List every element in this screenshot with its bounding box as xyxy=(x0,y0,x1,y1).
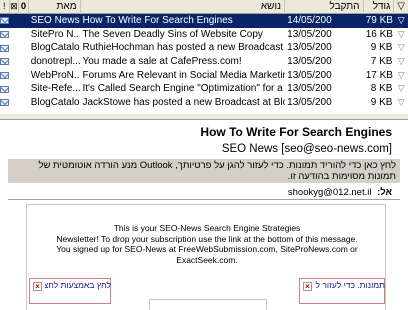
message-received: 14/05/200 xyxy=(287,15,332,26)
message-subject: You made a sale at CafePress.com! xyxy=(82,56,242,68)
envelope-icon xyxy=(0,14,10,28)
message-from: Site-Refe... xyxy=(30,83,81,95)
message-from: donotrepl... xyxy=(30,56,81,68)
message-subject: Forums Are Relevant in Social Media Mark… xyxy=(82,69,286,81)
message-subject: The Seven Deadly Sins of Website Copy xyxy=(82,28,263,40)
column-icon[interactable]: ⊠ xyxy=(10,0,20,14)
message-row[interactable]: SitePro N... The Seven Deadly Sins of We… xyxy=(0,28,408,42)
message-rows: SEO News How To Write For Search Engines… xyxy=(0,14,408,110)
envelope-icon xyxy=(0,82,10,96)
flag-icon[interactable]: ▽ xyxy=(394,28,408,42)
message-body: This is your SEO-News Search Engine Stra… xyxy=(26,204,386,310)
broken-image-icon: × xyxy=(303,282,312,291)
message-size: 7 KB xyxy=(370,56,393,68)
message-list: ! ⊠ 𝟎 מאת נושא התקבל גודל ▽ SEO News How… xyxy=(0,0,408,113)
message-size: 9 KB xyxy=(370,97,393,109)
message-subject: How To Write For Search Engines xyxy=(82,15,233,26)
envelope-icon xyxy=(0,96,10,110)
blocked-image-middle[interactable] xyxy=(149,299,267,310)
message-from: BlogCatalog xyxy=(30,42,81,54)
blocked-image-right[interactable]: × תמונות. כדי לעזור להגן על פרטיותך xyxy=(299,278,385,304)
message-sender: SEO News [seo@seo-news.com] xyxy=(221,143,392,155)
column-attachment[interactable]: 𝟎 xyxy=(19,0,29,14)
header-divider xyxy=(8,199,400,200)
message-received: 13/05/200 xyxy=(287,69,332,81)
image-placeholder-text: לחץ באמצעות לחצן העכבר הימני כדי xyxy=(45,280,111,290)
message-row[interactable]: BlogCatalog JackStowe has posted a new B… xyxy=(0,96,408,110)
image-placeholder-text: תמונות. כדי לעזור להגן על פרטיותך xyxy=(315,280,385,290)
message-received: 13/05/200 xyxy=(287,97,332,109)
newsletter-intro: This is your SEO-News Search Engine Stra… xyxy=(27,223,387,265)
message-row[interactable]: donotrepl... You made a sale at CafePres… xyxy=(0,55,408,69)
message-received: 13/05/200 xyxy=(287,28,332,40)
message-size: 17 KB xyxy=(365,69,393,81)
column-from[interactable]: מאת xyxy=(29,0,81,14)
envelope-icon xyxy=(0,41,10,55)
pane-splitter[interactable] xyxy=(0,113,408,120)
message-size: 9 KB xyxy=(370,42,393,54)
flag-icon[interactable]: ▽ xyxy=(394,82,408,96)
intro-line: Newsletter! To drop your subscription us… xyxy=(56,233,358,244)
blocked-image-left[interactable]: × לחץ באמצעות לחצן העכבר הימני כדי xyxy=(29,278,111,304)
to-line: אל: shookyg@012.net.il xyxy=(288,187,392,198)
column-flag[interactable]: ▽ xyxy=(394,0,408,14)
message-subject: JackStowe has posted a new Broadcast at … xyxy=(82,97,285,109)
message-size: 16 KB xyxy=(365,28,393,40)
message-received: 13/05/200 xyxy=(287,56,332,68)
message-row[interactable]: WebProN... Forums Are Relevant in Social… xyxy=(0,69,408,83)
message-received: 13/05/200 xyxy=(287,42,332,54)
flag-icon[interactable]: ▽ xyxy=(394,14,408,28)
message-row[interactable]: Site-Refe... It's Called Search Engine "… xyxy=(0,82,408,96)
flag-icon[interactable]: ▽ xyxy=(394,55,408,69)
to-label: אל: xyxy=(377,187,392,198)
message-from: WebProN... xyxy=(30,69,81,81)
intro-line: This is your SEO-News Search Engine Stra… xyxy=(113,223,301,233)
flag-icon[interactable]: ▽ xyxy=(394,41,408,55)
envelope-icon xyxy=(0,28,10,42)
message-from: BlogCatalog xyxy=(30,97,81,109)
message-from: SEO News xyxy=(30,15,80,26)
message-subject: RuthieHochman has posted a new Broadcast… xyxy=(82,42,285,54)
message-from: SitePro N... xyxy=(30,28,81,40)
message-subject: It's Called Search Engine "Optimization"… xyxy=(82,83,285,95)
to-address: shookyg@012.net.il xyxy=(287,187,372,198)
message-received: 13/05/200 xyxy=(287,83,332,95)
flag-icon[interactable]: ▽ xyxy=(394,69,408,83)
flag-icon[interactable]: ▽ xyxy=(394,96,408,110)
column-importance[interactable]: ! xyxy=(0,0,10,14)
message-row[interactable]: SEO News How To Write For Search Engines… xyxy=(0,14,408,28)
envelope-icon xyxy=(0,55,10,69)
message-size: 79 KB xyxy=(365,15,393,26)
message-list-header: ! ⊠ 𝟎 מאת נושא התקבל גודל ▽ xyxy=(0,0,408,14)
message-title: How To Write For Search Engines xyxy=(200,125,392,139)
reading-pane: How To Write For Search Engines SEO News… xyxy=(0,120,408,310)
envelope-icon xyxy=(0,69,10,83)
column-subject[interactable]: נושא xyxy=(81,0,285,14)
message-row[interactable]: BlogCatalog RuthieHochman has posted a n… xyxy=(0,41,408,55)
column-size[interactable]: גודל xyxy=(364,0,395,14)
intro-line: You signed up for SEO-News at FreeWebSub… xyxy=(56,244,358,265)
column-received[interactable]: התקבל xyxy=(285,0,364,14)
message-size: 8 KB xyxy=(370,83,393,95)
broken-image-icon: × xyxy=(33,282,42,291)
blocked-images-infobar[interactable]: לחץ כאן כדי להוריד תמונות. כדי לעזור להג… xyxy=(8,159,400,183)
